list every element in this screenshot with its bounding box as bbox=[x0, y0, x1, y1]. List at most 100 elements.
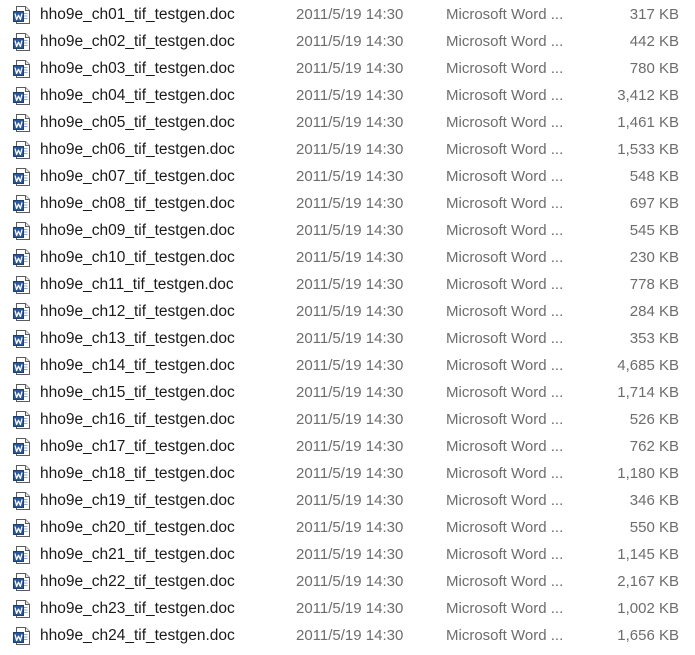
file-type: Microsoft Word ... bbox=[446, 276, 564, 293]
file-row[interactable]: hho9e_ch03_tif_testgen.doc 2011/5/19 14:… bbox=[0, 55, 695, 82]
file-date-modified: 2011/5/19 14:30 bbox=[296, 573, 404, 590]
file-type: Microsoft Word ... bbox=[446, 411, 564, 428]
word-document-icon bbox=[13, 627, 31, 645]
file-row[interactable]: hho9e_ch22_tif_testgen.doc 2011/5/19 14:… bbox=[0, 568, 695, 595]
word-document-icon bbox=[13, 384, 31, 402]
word-document-icon bbox=[13, 141, 31, 159]
file-size: 780 KB bbox=[629, 60, 679, 77]
file-name: hho9e_ch20_tif_testgen.doc bbox=[40, 519, 235, 536]
file-name: hho9e_ch06_tif_testgen.doc bbox=[40, 141, 235, 158]
file-date-modified: 2011/5/19 14:30 bbox=[296, 114, 404, 131]
file-name: hho9e_ch18_tif_testgen.doc bbox=[40, 465, 235, 482]
file-row[interactable]: hho9e_ch02_tif_testgen.doc 2011/5/19 14:… bbox=[0, 28, 695, 55]
file-size: 2,167 KB bbox=[617, 573, 679, 590]
file-date-modified: 2011/5/19 14:30 bbox=[296, 411, 404, 428]
file-type: Microsoft Word ... bbox=[446, 600, 564, 617]
file-type: Microsoft Word ... bbox=[446, 87, 564, 104]
file-date-modified: 2011/5/19 14:30 bbox=[296, 87, 404, 104]
word-document-icon bbox=[13, 276, 31, 294]
file-name: hho9e_ch08_tif_testgen.doc bbox=[40, 195, 235, 212]
file-type: Microsoft Word ... bbox=[446, 141, 564, 158]
file-name: hho9e_ch10_tif_testgen.doc bbox=[40, 249, 235, 266]
file-row[interactable]: hho9e_ch04_tif_testgen.doc 2011/5/19 14:… bbox=[0, 82, 695, 109]
file-size: 548 KB bbox=[629, 168, 679, 185]
file-list: hho9e_ch01_tif_testgen.doc 2011/5/19 14:… bbox=[0, 1, 695, 649]
file-size: 317 KB bbox=[629, 6, 679, 23]
file-name: hho9e_ch21_tif_testgen.doc bbox=[40, 546, 235, 563]
file-date-modified: 2011/5/19 14:30 bbox=[296, 492, 404, 509]
file-type: Microsoft Word ... bbox=[446, 33, 564, 50]
file-row[interactable]: hho9e_ch20_tif_testgen.doc 2011/5/19 14:… bbox=[0, 514, 695, 541]
file-row[interactable]: hho9e_ch14_tif_testgen.doc 2011/5/19 14:… bbox=[0, 352, 695, 379]
file-type: Microsoft Word ... bbox=[446, 492, 564, 509]
file-row[interactable]: hho9e_ch13_tif_testgen.doc 2011/5/19 14:… bbox=[0, 325, 695, 352]
file-name: hho9e_ch07_tif_testgen.doc bbox=[40, 168, 235, 185]
file-type: Microsoft Word ... bbox=[446, 546, 564, 563]
word-document-icon bbox=[13, 60, 31, 78]
file-date-modified: 2011/5/19 14:30 bbox=[296, 465, 404, 482]
file-row[interactable]: hho9e_ch16_tif_testgen.doc 2011/5/19 14:… bbox=[0, 406, 695, 433]
file-date-modified: 2011/5/19 14:30 bbox=[296, 6, 404, 23]
file-size: 1,533 KB bbox=[617, 141, 679, 158]
file-size: 4,685 KB bbox=[617, 357, 679, 374]
word-document-icon bbox=[13, 546, 31, 564]
file-row[interactable]: hho9e_ch17_tif_testgen.doc 2011/5/19 14:… bbox=[0, 433, 695, 460]
file-type: Microsoft Word ... bbox=[446, 357, 564, 374]
file-row[interactable]: hho9e_ch06_tif_testgen.doc 2011/5/19 14:… bbox=[0, 136, 695, 163]
file-name: hho9e_ch09_tif_testgen.doc bbox=[40, 222, 235, 239]
file-name: hho9e_ch12_tif_testgen.doc bbox=[40, 303, 235, 320]
file-date-modified: 2011/5/19 14:30 bbox=[296, 60, 404, 77]
file-row[interactable]: hho9e_ch24_tif_testgen.doc 2011/5/19 14:… bbox=[0, 622, 695, 649]
file-size: 284 KB bbox=[629, 303, 679, 320]
file-size: 550 KB bbox=[629, 519, 679, 536]
file-type: Microsoft Word ... bbox=[446, 168, 564, 185]
file-size: 1,656 KB bbox=[617, 627, 679, 644]
file-row[interactable]: hho9e_ch18_tif_testgen.doc 2011/5/19 14:… bbox=[0, 460, 695, 487]
file-name: hho9e_ch05_tif_testgen.doc bbox=[40, 114, 235, 131]
word-document-icon bbox=[13, 600, 31, 618]
file-row[interactable]: hho9e_ch08_tif_testgen.doc 2011/5/19 14:… bbox=[0, 190, 695, 217]
file-row[interactable]: hho9e_ch11_tif_testgen.doc 2011/5/19 14:… bbox=[0, 271, 695, 298]
file-type: Microsoft Word ... bbox=[446, 195, 564, 212]
file-type: Microsoft Word ... bbox=[446, 249, 564, 266]
file-row[interactable]: hho9e_ch01_tif_testgen.doc 2011/5/19 14:… bbox=[0, 1, 695, 28]
file-name: hho9e_ch17_tif_testgen.doc bbox=[40, 438, 235, 455]
file-row[interactable]: hho9e_ch10_tif_testgen.doc 2011/5/19 14:… bbox=[0, 244, 695, 271]
word-document-icon bbox=[13, 519, 31, 537]
file-type: Microsoft Word ... bbox=[446, 573, 564, 590]
word-document-icon bbox=[13, 492, 31, 510]
file-name: hho9e_ch04_tif_testgen.doc bbox=[40, 87, 235, 104]
file-row[interactable]: hho9e_ch19_tif_testgen.doc 2011/5/19 14:… bbox=[0, 487, 695, 514]
word-document-icon bbox=[13, 438, 31, 456]
file-row[interactable]: hho9e_ch09_tif_testgen.doc 2011/5/19 14:… bbox=[0, 217, 695, 244]
file-size: 3,412 KB bbox=[617, 87, 679, 104]
file-date-modified: 2011/5/19 14:30 bbox=[296, 357, 404, 374]
file-name: hho9e_ch19_tif_testgen.doc bbox=[40, 492, 235, 509]
file-date-modified: 2011/5/19 14:30 bbox=[296, 195, 404, 212]
file-size: 545 KB bbox=[629, 222, 679, 239]
file-date-modified: 2011/5/19 14:30 bbox=[296, 519, 404, 536]
file-size: 778 KB bbox=[629, 276, 679, 293]
file-date-modified: 2011/5/19 14:30 bbox=[296, 222, 404, 239]
file-row[interactable]: hho9e_ch23_tif_testgen.doc 2011/5/19 14:… bbox=[0, 595, 695, 622]
file-name: hho9e_ch13_tif_testgen.doc bbox=[40, 330, 235, 347]
file-type: Microsoft Word ... bbox=[446, 6, 564, 23]
file-date-modified: 2011/5/19 14:30 bbox=[296, 384, 404, 401]
word-document-icon bbox=[13, 303, 31, 321]
word-document-icon bbox=[13, 411, 31, 429]
file-size: 1,145 KB bbox=[617, 546, 679, 563]
file-name: hho9e_ch15_tif_testgen.doc bbox=[40, 384, 235, 401]
file-size: 1,461 KB bbox=[617, 114, 679, 131]
file-size: 1,002 KB bbox=[617, 600, 679, 617]
file-row[interactable]: hho9e_ch21_tif_testgen.doc 2011/5/19 14:… bbox=[0, 541, 695, 568]
file-name: hho9e_ch01_tif_testgen.doc bbox=[40, 6, 235, 23]
file-row[interactable]: hho9e_ch07_tif_testgen.doc 2011/5/19 14:… bbox=[0, 163, 695, 190]
word-document-icon bbox=[13, 465, 31, 483]
file-row[interactable]: hho9e_ch15_tif_testgen.doc 2011/5/19 14:… bbox=[0, 379, 695, 406]
file-size: 230 KB bbox=[629, 249, 679, 266]
file-type: Microsoft Word ... bbox=[446, 627, 564, 644]
file-row[interactable]: hho9e_ch12_tif_testgen.doc 2011/5/19 14:… bbox=[0, 298, 695, 325]
file-date-modified: 2011/5/19 14:30 bbox=[296, 600, 404, 617]
file-type: Microsoft Word ... bbox=[446, 114, 564, 131]
file-row[interactable]: hho9e_ch05_tif_testgen.doc 2011/5/19 14:… bbox=[0, 109, 695, 136]
